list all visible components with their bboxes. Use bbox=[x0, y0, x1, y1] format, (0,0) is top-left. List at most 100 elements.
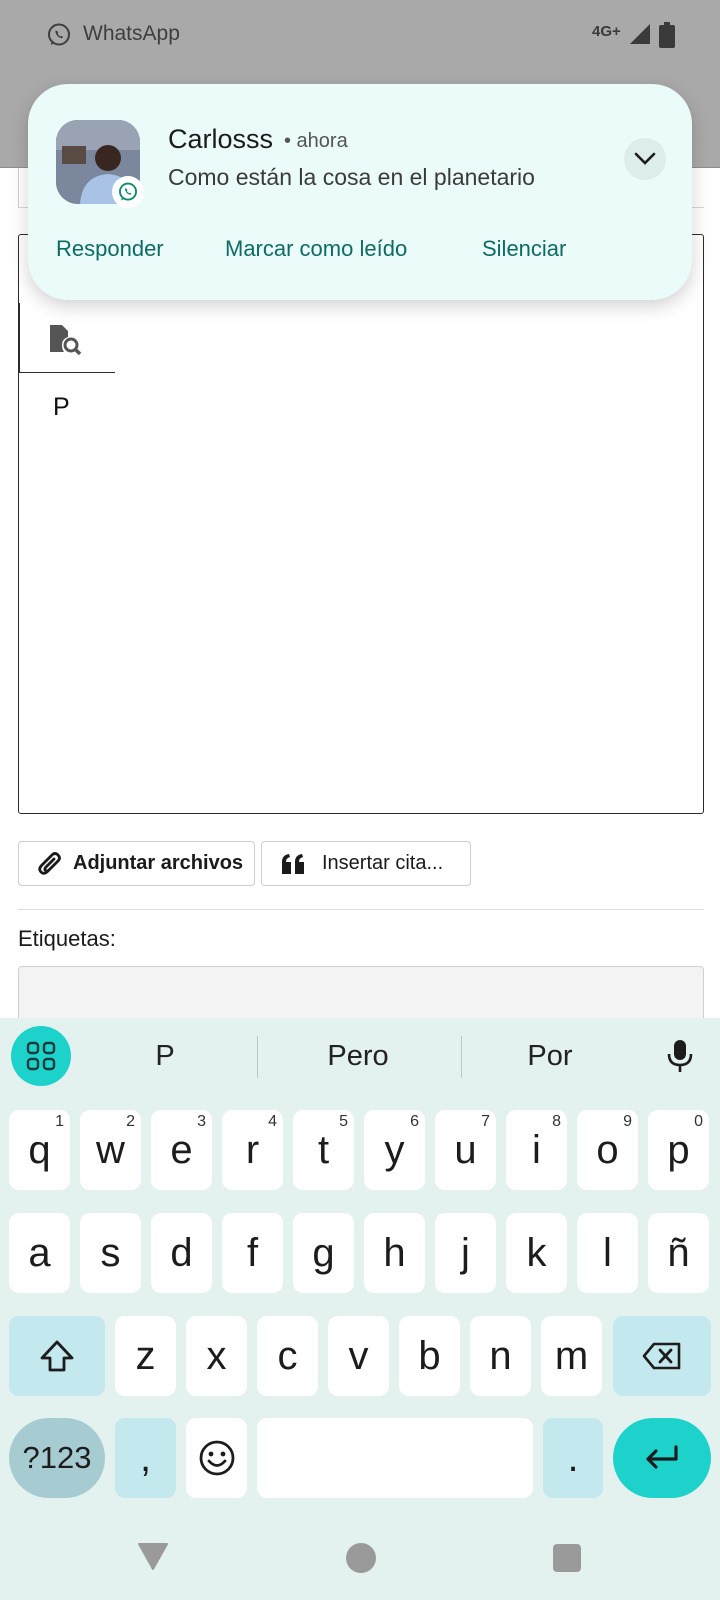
key-number-hint: 3 bbox=[197, 1113, 206, 1130]
key-z[interactable]: z bbox=[115, 1316, 176, 1396]
key-c[interactable]: c bbox=[257, 1316, 318, 1396]
period-key[interactable]: . bbox=[543, 1418, 603, 1498]
attach-files-button[interactable]: Adjuntar archivos bbox=[18, 841, 255, 886]
shift-icon bbox=[40, 1340, 74, 1372]
keyboard: P Pero Por ?123 , . q1w2e3r4 t 5 y 6 u 7… bbox=[0, 1018, 720, 1600]
key-label: x bbox=[206, 1333, 227, 1378]
paperclip-icon bbox=[38, 851, 61, 875]
emoji-key[interactable] bbox=[186, 1418, 247, 1498]
text-editor[interactable]: P bbox=[18, 234, 704, 814]
suggestion-separator bbox=[257, 1036, 258, 1078]
key-label: k bbox=[526, 1230, 547, 1275]
key-r[interactable]: r4 bbox=[222, 1110, 283, 1190]
key-y[interactable]: y6 bbox=[364, 1110, 425, 1190]
tags-label: Etiquetas: bbox=[18, 926, 116, 951]
quote-icon bbox=[282, 853, 304, 874]
key-label: j bbox=[461, 1230, 470, 1275]
battery-icon bbox=[659, 22, 675, 48]
key-label: g bbox=[312, 1230, 335, 1275]
space-key[interactable] bbox=[257, 1418, 533, 1498]
key-label: b bbox=[418, 1333, 441, 1378]
network-type: 4G+ bbox=[592, 23, 621, 40]
grid-icon bbox=[26, 1041, 56, 1071]
key-t[interactable]: t5 bbox=[293, 1110, 354, 1190]
key-h[interactable]: h bbox=[364, 1213, 425, 1293]
key-s[interactable]: s bbox=[80, 1213, 141, 1293]
key-q[interactable]: q1 bbox=[9, 1110, 70, 1190]
emoji-icon bbox=[199, 1440, 234, 1476]
key-label: m bbox=[554, 1333, 589, 1378]
keyboard-menu-button[interactable] bbox=[11, 1026, 71, 1086]
key-number-hint: 6 bbox=[410, 1113, 419, 1130]
key-label: i bbox=[532, 1127, 541, 1172]
mute-action[interactable]: Silenciar bbox=[482, 236, 566, 262]
key-j[interactable]: j bbox=[435, 1213, 496, 1293]
suggestion-separator bbox=[461, 1036, 462, 1078]
key-number-hint: 1 bbox=[55, 1113, 64, 1130]
key-label: ñ bbox=[667, 1230, 690, 1275]
key-i[interactable]: i8 bbox=[506, 1110, 567, 1190]
key-label: y bbox=[384, 1127, 405, 1172]
key-label: o bbox=[596, 1127, 619, 1172]
key-label: f bbox=[246, 1230, 259, 1275]
key-number-hint: 0 bbox=[694, 1113, 703, 1130]
status-bar: WhatsApp 4G+ bbox=[0, 0, 720, 70]
recents-button[interactable] bbox=[553, 1544, 581, 1572]
key-label: w bbox=[96, 1127, 125, 1172]
key-x[interactable]: x bbox=[186, 1316, 247, 1396]
suggestion-1[interactable]: P bbox=[85, 1040, 245, 1073]
key-number-hint: 5 bbox=[339, 1113, 348, 1130]
notification-time: • ahora bbox=[284, 130, 348, 152]
attach-files-label: Adjuntar archivos bbox=[73, 852, 244, 874]
insert-quote-button[interactable]: Insertar cita... bbox=[261, 841, 471, 886]
key-o[interactable]: o9 bbox=[577, 1110, 638, 1190]
enter-key[interactable] bbox=[613, 1418, 711, 1498]
shift-key[interactable] bbox=[9, 1316, 105, 1396]
symbols-key[interactable]: ?123 bbox=[9, 1418, 105, 1498]
key-number-hint: 8 bbox=[552, 1113, 561, 1130]
suggestion-2[interactable]: Pero bbox=[278, 1040, 438, 1073]
key-f[interactable]: f bbox=[222, 1213, 283, 1293]
reply-action[interactable]: Responder bbox=[56, 236, 164, 262]
mark-read-action[interactable]: Marcar como leído bbox=[225, 236, 407, 262]
microphone-icon[interactable] bbox=[665, 1038, 695, 1074]
suggestion-3[interactable]: Por bbox=[470, 1040, 630, 1073]
editor-text: P bbox=[53, 393, 70, 421]
enter-icon bbox=[646, 1445, 678, 1469]
home-button[interactable] bbox=[346, 1543, 376, 1573]
key-v[interactable]: v bbox=[328, 1316, 389, 1396]
notification-sender: Carlosss bbox=[168, 124, 274, 154]
key-a[interactable]: a bbox=[9, 1213, 70, 1293]
key-p[interactable]: p0 bbox=[648, 1110, 709, 1190]
comma-key[interactable]: , bbox=[115, 1418, 176, 1498]
key-number-hint: 4 bbox=[268, 1113, 277, 1130]
backspace-icon bbox=[642, 1342, 681, 1370]
key-b[interactable]: b bbox=[399, 1316, 460, 1396]
key-number-hint: 2 bbox=[126, 1113, 135, 1130]
key-k[interactable]: k bbox=[506, 1213, 567, 1293]
key-label: a bbox=[28, 1230, 51, 1275]
backspace-key[interactable] bbox=[613, 1316, 711, 1396]
key-w[interactable]: w2 bbox=[80, 1110, 141, 1190]
expand-button[interactable] bbox=[624, 138, 666, 180]
key-ñ[interactable]: ñ bbox=[648, 1213, 709, 1293]
back-icon[interactable] bbox=[137, 1541, 169, 1571]
whatsapp-notification[interactable]: Carlosss • ahora Como están la cosa en e… bbox=[28, 84, 692, 300]
key-e[interactable]: e3 bbox=[151, 1110, 212, 1190]
key-label: c bbox=[277, 1333, 298, 1378]
key-label: s bbox=[100, 1230, 121, 1275]
key-n[interactable]: n bbox=[470, 1316, 531, 1396]
key-g[interactable]: g bbox=[293, 1213, 354, 1293]
tags-input[interactable] bbox=[18, 966, 704, 1026]
key-l[interactable]: l bbox=[577, 1213, 638, 1293]
preview-tab[interactable] bbox=[19, 303, 115, 373]
whatsapp-badge-icon bbox=[112, 176, 144, 208]
key-label: d bbox=[170, 1230, 193, 1275]
insert-quote-label: Insertar cita... bbox=[322, 852, 444, 874]
key-d[interactable]: d bbox=[151, 1213, 212, 1293]
key-label: l bbox=[603, 1230, 612, 1275]
key-m[interactable]: m bbox=[541, 1316, 602, 1396]
key-label: v bbox=[348, 1333, 369, 1378]
key-u[interactable]: u7 bbox=[435, 1110, 496, 1190]
notification-message: Como están la cosa en el planetario bbox=[168, 164, 535, 190]
